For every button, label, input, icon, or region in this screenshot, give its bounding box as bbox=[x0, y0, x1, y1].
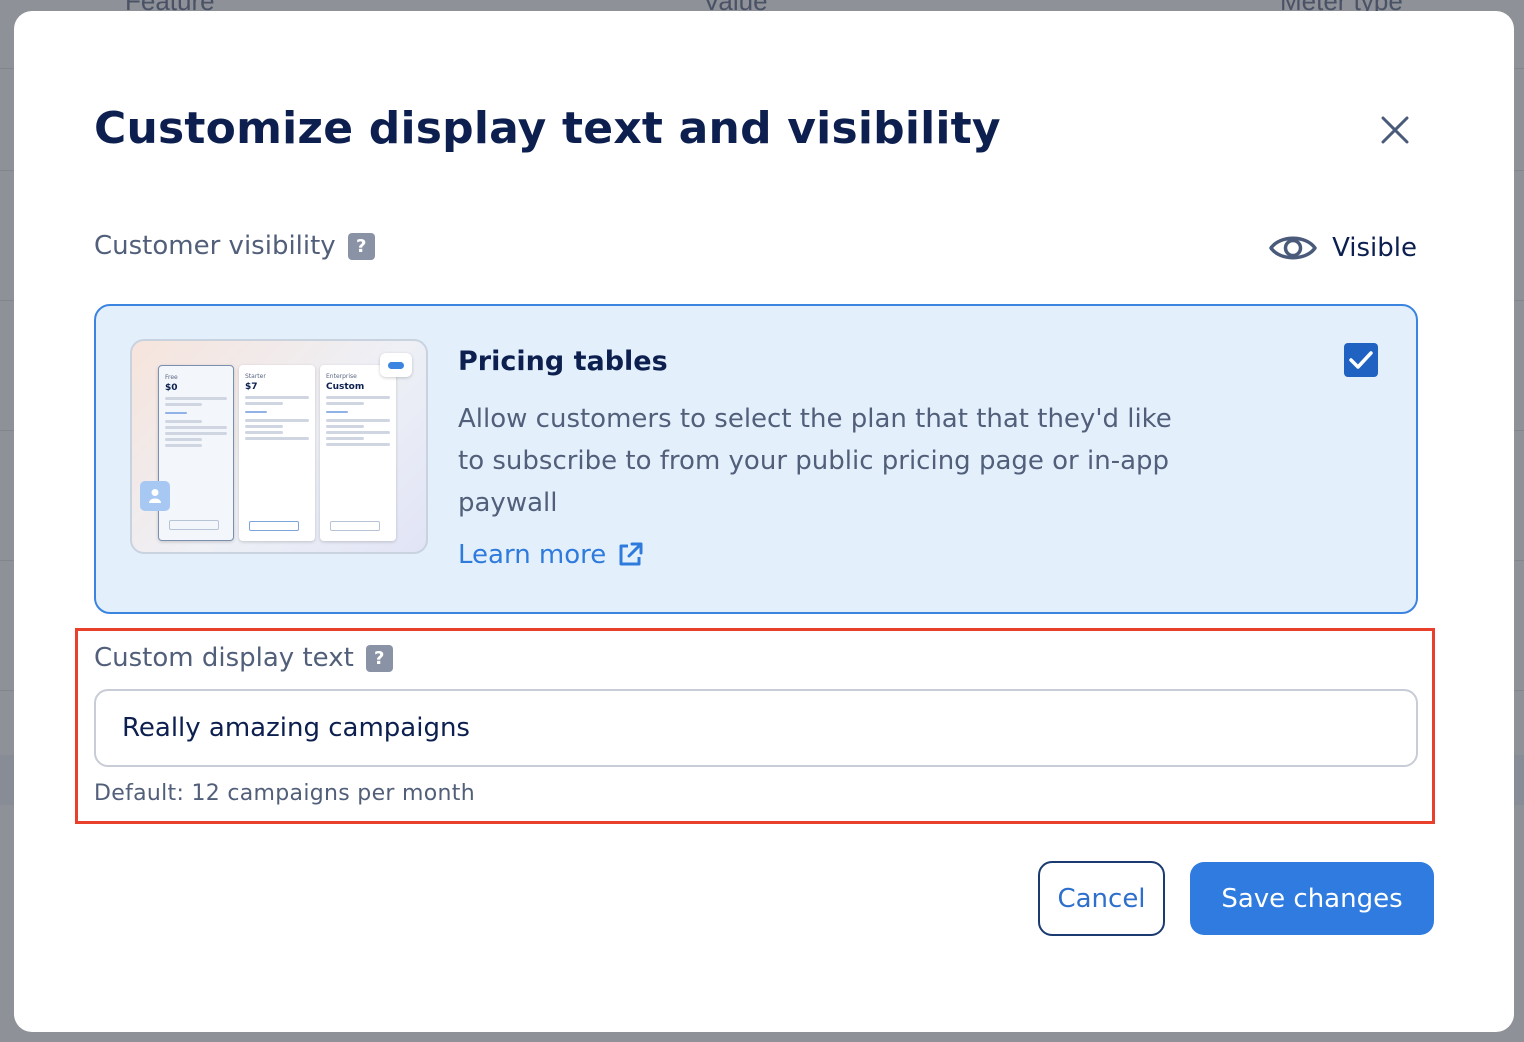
customize-display-modal: Customize display text and visibility Cu… bbox=[14, 11, 1514, 1032]
help-icon[interactable]: ? bbox=[347, 232, 375, 260]
visibility-status-text: Visible bbox=[1332, 233, 1417, 263]
custom-display-text-input[interactable] bbox=[94, 689, 1418, 767]
preview-toggle-icon bbox=[380, 353, 412, 377]
visibility-toggle[interactable]: Visible bbox=[1268, 231, 1417, 265]
close-icon bbox=[1381, 116, 1409, 144]
learn-more-link[interactable]: Learn more bbox=[458, 540, 644, 570]
close-button[interactable] bbox=[1376, 111, 1414, 149]
eye-icon bbox=[1269, 236, 1317, 260]
modal-title: Customize display text and visibility bbox=[94, 103, 1001, 154]
pricing-tables-checkbox[interactable] bbox=[1344, 343, 1378, 377]
customer-visibility-label: Customer visibility ? bbox=[94, 231, 375, 261]
external-link-icon bbox=[619, 542, 643, 566]
pricing-tables-title: Pricing tables bbox=[458, 346, 668, 377]
custom-display-text-title: Custom display text bbox=[94, 643, 354, 673]
custom-display-text-label: Custom display text ? bbox=[94, 643, 393, 673]
pricing-tables-option[interactable]: Free $0 Starter $7 Enterprise Custom Pri… bbox=[94, 304, 1418, 614]
checkmark-icon bbox=[1349, 351, 1373, 369]
save-changes-button[interactable]: Save changes bbox=[1190, 862, 1434, 935]
preview-avatar-icon bbox=[140, 481, 170, 511]
pricing-tables-description: Allow customers to select the plan that … bbox=[458, 404, 1172, 518]
pricing-table-preview: Free $0 Starter $7 Enterprise Custom bbox=[130, 339, 428, 554]
help-icon[interactable]: ? bbox=[365, 644, 393, 672]
preview-plan-card: Starter $7 bbox=[239, 365, 315, 541]
preview-plan-card: Free $0 bbox=[158, 365, 234, 541]
custom-display-text-default: Default: 12 campaigns per month bbox=[94, 781, 475, 806]
learn-more-text: Learn more bbox=[458, 540, 607, 570]
cancel-button[interactable]: Cancel bbox=[1038, 861, 1165, 936]
preview-plan-card: Enterprise Custom bbox=[320, 365, 396, 541]
customer-visibility-text: Customer visibility bbox=[94, 231, 336, 261]
